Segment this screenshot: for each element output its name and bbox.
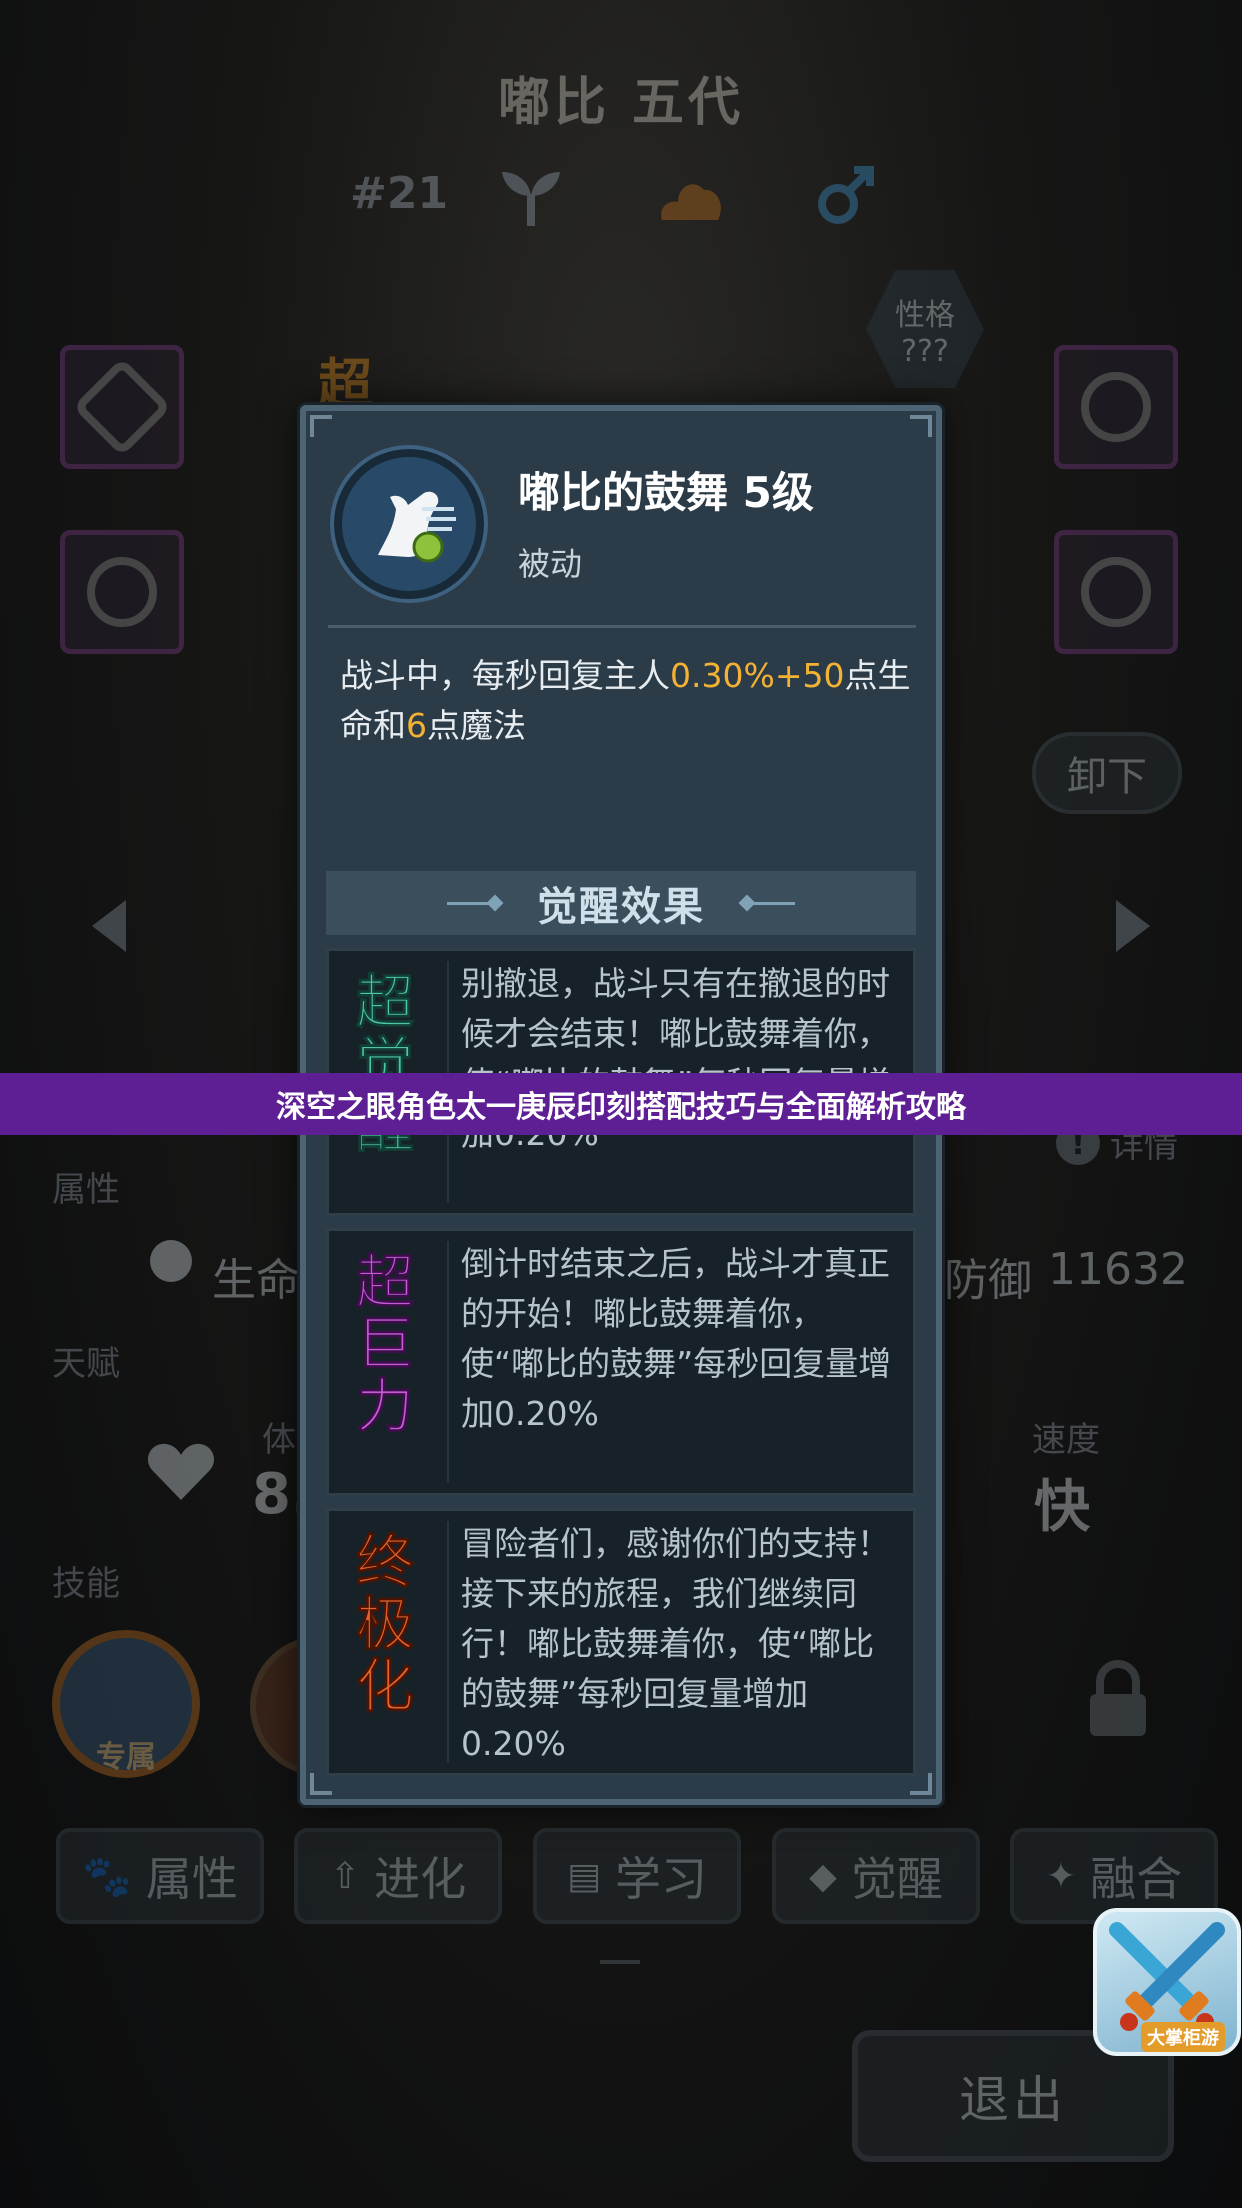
- unequip-button[interactable]: 卸下: [1032, 732, 1182, 814]
- desc-text: 战斗中，每秒回复主人: [340, 656, 670, 695]
- awaken-badge-ultimate: 终极化: [355, 1528, 414, 1720]
- tab-attributes[interactable]: 🐾 属性: [56, 1828, 264, 1924]
- winged-boot-icon: [378, 491, 456, 563]
- card-separator: [447, 1521, 449, 1763]
- skill-description: 战斗中，每秒回复主人0.30%+50点生命和6点魔法: [340, 651, 920, 751]
- card-separator: [447, 1241, 449, 1483]
- equipment-slot-2[interactable]: [60, 530, 184, 654]
- skill-type: 被动: [518, 545, 583, 583]
- equipment-slot-1[interactable]: [60, 345, 184, 469]
- desc-highlight-mana: 6: [406, 706, 427, 745]
- awaken-badge-super-power: 超巨力: [355, 1248, 414, 1440]
- awaken-effect-card: 超巨力 倒计时结束之后，战斗才真正的开始！嘟比鼓舞着你，使“嘟比的鼓舞”每秒回复…: [326, 1228, 916, 1496]
- corner-ornament: [910, 1773, 932, 1795]
- header-ornament-left: [447, 894, 507, 912]
- section-attributes: 属性: [52, 1170, 120, 1210]
- tab-awaken-label: 觉醒: [850, 1852, 943, 1906]
- awaken-effect-card: 终极化 冒险者们，感谢你们的支持！接下来的旅程，我们继续同行！嘟比鼓舞着你，使“…: [326, 1508, 916, 1776]
- header-ornament-right: [735, 894, 795, 912]
- tab-attributes-label: 属性: [145, 1852, 238, 1906]
- speed-label: 速度: [1032, 1420, 1100, 1460]
- tab-awaken[interactable]: ◆ 觉醒: [772, 1828, 980, 1924]
- divider-mark: [600, 1960, 640, 1970]
- sprout-icon: [502, 172, 560, 226]
- personality-value: ???: [901, 333, 949, 369]
- awaken-header: 觉醒效果: [326, 871, 916, 935]
- hp-icon: [150, 1240, 192, 1282]
- fusion-icon: ✦: [1045, 1855, 1077, 1897]
- skill-name: 嘟比的鼓舞 5级: [518, 468, 814, 517]
- hp-label: 生命: [212, 1255, 300, 1306]
- desc-highlight-regen: 0.30%+50: [670, 656, 845, 695]
- paw-icon: 🐾: [82, 1853, 132, 1900]
- tab-evolve[interactable]: ⇧ 进化: [294, 1828, 502, 1924]
- skill-slot-exclusive[interactable]: 专属: [52, 1630, 200, 1778]
- stamina-label: 体: [262, 1420, 296, 1460]
- personality-badge[interactable]: 性格 ???: [866, 270, 984, 388]
- book-icon: ▤: [566, 1855, 601, 1897]
- lock-icon: [1090, 1660, 1146, 1736]
- logo-text: 大掌柜游: [1141, 2022, 1225, 2052]
- corner-ornament: [310, 415, 332, 437]
- personality-label: 性格: [895, 297, 955, 333]
- tab-learn[interactable]: ▤ 学习: [533, 1828, 741, 1924]
- awaken-effect-text: 倒计时结束之后，战斗才真正的开始！嘟比鼓舞着你，使“嘟比的鼓舞”每秒回复量增加0…: [461, 1244, 892, 1433]
- evolve-arrow-icon: ⇧: [329, 1855, 361, 1897]
- speed-value: 快: [1034, 1475, 1090, 1540]
- pet-number: #21: [350, 168, 449, 219]
- earth-element-icon: [661, 184, 721, 220]
- equipment-slot-4[interactable]: [1054, 530, 1178, 654]
- section-talent: 天赋: [52, 1344, 120, 1384]
- male-gender-icon: [818, 166, 874, 224]
- corner-ornament: [310, 1773, 332, 1795]
- next-pet-arrow-icon[interactable]: [1116, 900, 1150, 952]
- prev-pet-arrow-icon[interactable]: [92, 900, 126, 952]
- awaken-icon: ◆: [809, 1855, 837, 1897]
- tab-fusion-label: 融合: [1090, 1852, 1183, 1906]
- section-skills: 技能: [52, 1564, 120, 1604]
- tab-learn-label: 学习: [615, 1852, 707, 1906]
- defense-value: 11632: [1048, 1244, 1188, 1295]
- equipment-slot-3[interactable]: [1054, 345, 1178, 469]
- exclusive-badge: 专属: [96, 1740, 156, 1775]
- defense-label: 防御: [944, 1255, 1032, 1306]
- banner-text: 深空之眼角色太一庚辰印刻搭配技巧与全面解析攻略: [276, 1090, 966, 1125]
- pet-name: 嘟比 五代: [497, 73, 745, 133]
- heart-icon: [147, 1443, 215, 1500]
- site-logo[interactable]: 大掌柜游: [1093, 1908, 1241, 2056]
- awaken-title: 觉醒效果: [537, 884, 705, 930]
- corner-ornament: [910, 415, 932, 437]
- tab-evolve-label: 进化: [374, 1852, 467, 1906]
- article-title-banner: 深空之眼角色太一庚辰印刻搭配技巧与全面解析攻略: [0, 1073, 1242, 1135]
- awaken-effect-text: 冒险者们，感谢你们的支持！接下来的旅程，我们继续同行！嘟比鼓舞着你，使“嘟比的鼓…: [461, 1524, 890, 1763]
- skill-icon: [334, 449, 484, 599]
- divider: [328, 625, 916, 628]
- desc-text: 点魔法: [427, 706, 526, 745]
